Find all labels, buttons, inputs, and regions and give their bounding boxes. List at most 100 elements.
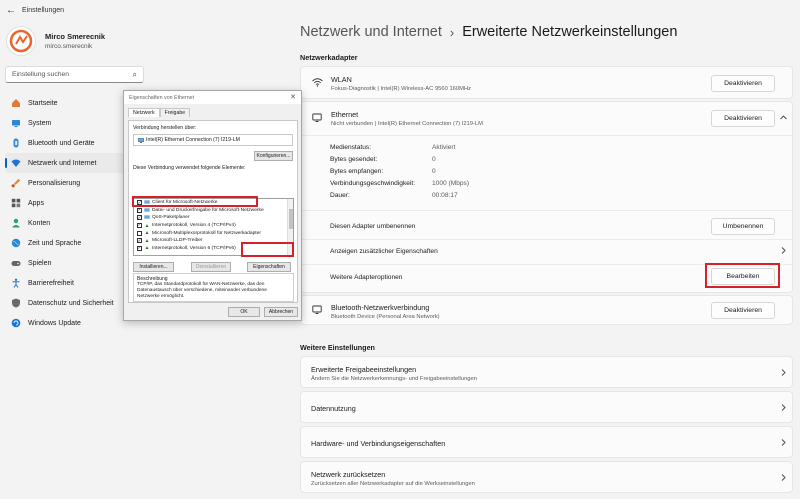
monitor-icon [10,118,21,129]
checkbox-checked[interactable]: ✓ [137,245,142,251]
avatar-logo-icon [9,29,33,53]
dialog-body: Verbindung herstellen über: Intel(R) Eth… [128,120,298,303]
sidebar-item-label: System [28,119,52,127]
install-button[interactable]: Installieren... [133,262,174,272]
settings-item-data-usage[interactable]: Datennutzung [300,391,793,423]
sidebar-item-label: Bluetooth und Geräte [28,139,95,147]
bluetooth-monitor-icon [311,305,323,317]
wlan-subtitle: Fokus-Diagnostik | Intel(R) Wireless-AC … [331,86,472,92]
rename-adapter-label: Diesen Adapter umbenennen [330,223,416,230]
breadcrumb-separator: › [449,24,455,40]
list-item-label: Microsoft-LLDP-Treiber [152,238,203,244]
list-item[interactable]: ▲ Microsoft-Multiplexorprotokoll für Net… [137,229,293,237]
settings-item-sharing[interactable]: Erweiterte Freigabeeinstellungen Ändern … [300,356,793,388]
detail-label: Verbindungsgeschwindigkeit: [330,180,416,187]
tab-sharing[interactable]: Freigabe [159,108,191,117]
sidebar-item-label: Zeit und Sprache [28,239,82,247]
search-placeholder: Einstellung suchen [12,71,70,78]
detail-label: Dauer: [330,192,350,199]
checkbox-checked[interactable]: ✓ [137,223,142,229]
sidebar-item-label: Konten [28,219,51,227]
update-icon [10,318,21,329]
network-client-icon [144,215,150,220]
back-arrow-icon[interactable]: ← [0,0,22,20]
detail-value: Aktiviert [432,144,456,151]
settings-item-subtitle: Ändern Sie die Netzwerkerkennungs- und F… [311,375,477,382]
close-icon[interactable]: ✕ [290,93,296,101]
properties-button[interactable]: Eigenschaften [247,262,291,272]
apps-icon [10,198,21,209]
sidebar-item-label: Datenschutz und Sicherheit [28,299,114,307]
description-text: TCP/IP, das Standardprotokoll für WAN-Ne… [137,282,267,300]
settings-item-title: Erweiterte Freigabeeinstellungen [311,364,417,374]
list-item-label: Internetprotokoll, Version 6 (TCP/IPv6) [152,245,236,251]
list-item-label: QoS-Paketplaner [152,215,190,221]
list-item[interactable]: ✓ QoS-Paketplaner [137,214,293,222]
tab-network[interactable]: Netzwerk [128,108,160,117]
bluetooth-network-title: Bluetooth-Netzwerkverbindung [331,302,430,312]
home-icon [10,98,21,109]
sidebar-item-label: Netzwerk und Internet [28,159,97,167]
sidebar-item-label: Spielen [28,259,52,267]
wlan-deactivate-button[interactable]: Deaktivieren [711,75,775,92]
checkbox-checked[interactable]: ✓ [137,207,142,213]
sidebar-item-label: Startseite [28,99,58,107]
title-bar: ← Einstellungen [0,0,800,20]
person-icon [10,218,21,229]
search-icon[interactable]: ⌕ [133,70,137,80]
detail-value: 0 [432,156,436,163]
checkbox-unchecked[interactable] [137,230,142,236]
connect-using-label: Verbindung herstellen über: [133,125,197,131]
detail-label: Medienstatus: [330,144,372,151]
elements-label: Diese Verbindung verwendet folgende Elem… [133,165,246,171]
chevron-right-icon[interactable] [781,247,786,256]
network-client-icon [144,208,150,213]
brush-icon [10,178,21,189]
wifi-icon [10,158,21,169]
search-input[interactable]: Einstellung suchen ⌕ [5,66,144,83]
dialog-title: Eigenschaften von Ethernet [124,91,301,104]
ethernet-deactivate-button[interactable]: Deaktivieren [711,110,775,127]
profile-name: Mirco Smerecnik [45,32,106,41]
breadcrumb: Netzwerk und Internet › Erweiterte Netzw… [300,24,677,40]
checkbox-checked[interactable]: ✓ [137,215,142,221]
wifi-icon [311,78,323,89]
checkbox-checked[interactable]: ✓ [137,238,142,244]
scroll-thumb[interactable] [289,209,293,229]
chevron-up-icon[interactable] [780,113,787,122]
rename-button[interactable]: Umbenennen [711,218,775,235]
bluetooth-network-subtitle: Bluetooth Device (Personal Area Network) [331,313,440,320]
adapter-name-field: Intel(R) Ethernet Connection (7) I219-LM [133,134,293,146]
settings-item-network-reset[interactable]: Netzwerk zurücksetzen Zurücksetzen aller… [300,461,793,493]
bluetooth-icon [10,138,21,149]
sidebar-item-label: Apps [28,199,44,207]
chevron-right-icon [781,369,786,378]
ethernet-monitor-icon [311,113,323,125]
network-adapter-icon [138,137,144,143]
protocol-icon: ▲ [144,222,150,229]
app-title: Einstellungen [22,6,65,14]
list-item-selected[interactable]: ✓ ▲ Internetprotokoll, Version 4 (TCP/IP… [137,222,293,230]
adapter-options-label: Weitere Adapteroptionen [330,274,403,281]
wlan-title: WLAN [331,75,352,84]
list-item[interactable]: ✓ Datei- und Druckerfreigabe für Microso… [137,207,293,215]
divider [301,239,792,240]
highlight-ipv4-item [132,196,258,207]
description-group: Beschreibung TCP/IP, das Standardprotoko… [133,273,294,302]
configure-button[interactable]: Konfigurieren... [254,151,293,161]
settings-item-title: Datennutzung [311,403,356,413]
detail-label: Bytes gesendet: [330,156,378,163]
sidebar-item-label: Barrierefreiheit [28,279,74,287]
cancel-button[interactable]: Abbrechen [264,307,298,317]
ok-button[interactable]: OK [228,307,260,317]
settings-item-hardware[interactable]: Hardware- und Verbindungseigenschaften [300,426,793,458]
detail-value: 1000 (Mbps) [432,180,470,187]
bluetooth-deactivate-button[interactable]: Deaktivieren [711,302,775,319]
breadcrumb-parent[interactable]: Netzwerk und Internet [300,24,442,40]
protocol-icon: ▲ [144,245,150,252]
chevron-right-icon [781,439,786,448]
dialog-tabs: Netzwerk Freigabe [128,108,297,117]
more-properties-link[interactable]: Anzeigen zusätzlicher Eigenschaften [330,248,438,255]
user-profile[interactable]: Mirco Smerecnik mirco.smerecnik [6,26,105,56]
divider [301,210,792,211]
